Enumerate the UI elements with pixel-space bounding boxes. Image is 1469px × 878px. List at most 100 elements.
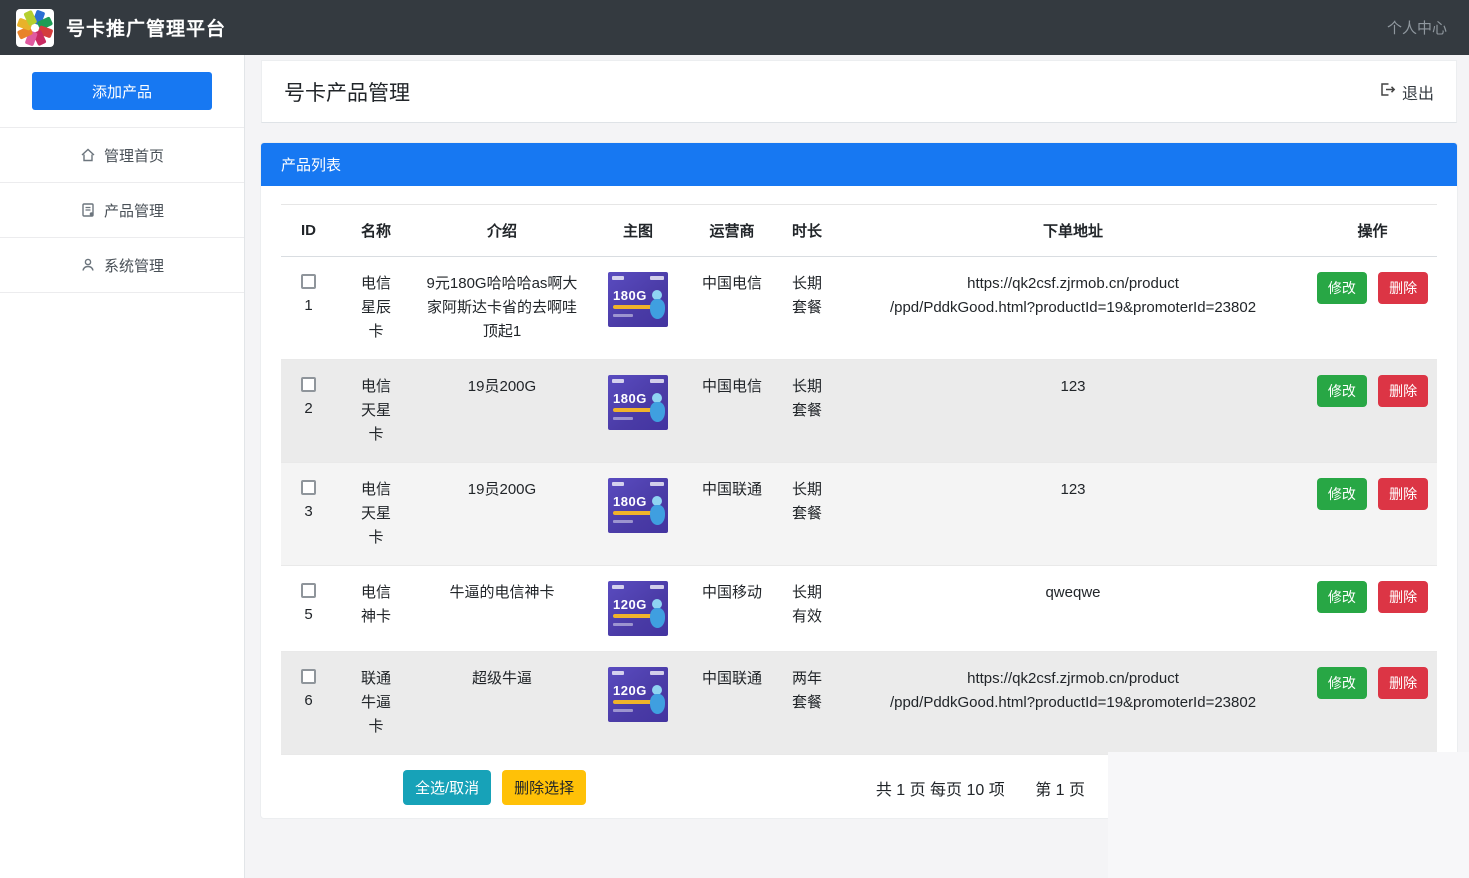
row-checkbox[interactable] xyxy=(301,480,316,495)
product-image: 120G xyxy=(608,667,668,722)
row-id: 1 xyxy=(289,295,328,317)
duration: 长期有效 xyxy=(790,581,824,629)
edit-button[interactable]: 修改 xyxy=(1317,272,1367,304)
product-intro: 牛逼的电信神卡 xyxy=(449,581,554,605)
product-name: 电信天星卡 xyxy=(359,478,393,550)
duration: 长期套餐 xyxy=(790,272,824,320)
delete-button[interactable]: 删除 xyxy=(1378,375,1428,407)
order-url: qweqwe xyxy=(838,566,1308,652)
order-url: 123 xyxy=(838,360,1308,463)
page-title: 号卡产品管理 xyxy=(284,77,410,107)
product-name: 电信天星卡 xyxy=(359,375,393,447)
product-image-label: 120G xyxy=(613,683,647,698)
row-id: 5 xyxy=(289,604,328,626)
home-icon xyxy=(80,147,96,163)
row-checkbox[interactable] xyxy=(301,274,316,289)
header-intro: 介绍 xyxy=(416,205,588,257)
page-header: 号卡产品管理 退出 xyxy=(261,60,1457,123)
row-id: 3 xyxy=(289,501,328,523)
product-image-label: 180G xyxy=(613,494,647,509)
select-all-button[interactable]: 全选/取消 xyxy=(403,770,491,805)
sidebar-item-products[interactable]: 产品管理 xyxy=(0,183,244,238)
product-intro: 9元180G哈哈哈as啊大家阿斯达卡省的去啊哇顶起1 xyxy=(424,272,580,344)
table-row: 2 电信天星卡 19员200G 180G 中国电信 长期套餐 123 修改 删除 xyxy=(281,360,1437,463)
add-product-button[interactable]: 添加产品 xyxy=(32,72,212,110)
product-name: 电信星辰卡 xyxy=(359,272,393,344)
document-icon xyxy=(80,202,96,218)
edit-button[interactable]: 修改 xyxy=(1317,375,1367,407)
sidebar-item-label: 管理首页 xyxy=(104,145,164,166)
order-url: 123 xyxy=(838,463,1308,566)
table-row: 1 电信星辰卡 9元180G哈哈哈as啊大家阿斯达卡省的去啊哇顶起1 180G … xyxy=(281,257,1437,360)
app-logo-icon xyxy=(16,9,54,47)
product-image: 180G xyxy=(608,272,668,327)
row-checkbox[interactable] xyxy=(301,583,316,598)
delete-button[interactable]: 删除 xyxy=(1378,667,1428,699)
operator: 中国联通 xyxy=(688,652,776,755)
overlay-panel xyxy=(1108,752,1469,878)
sidebar-item-home[interactable]: 管理首页 xyxy=(0,128,244,183)
delete-button[interactable]: 删除 xyxy=(1378,478,1428,510)
user-center-link[interactable]: 个人中心 xyxy=(1387,17,1447,38)
page-summary: 共 1 页 每页 10 项 xyxy=(876,782,1005,799)
order-url: https://qk2csf.zjrmob.cn/product /ppd/Pd… xyxy=(838,257,1308,360)
sidebar-item-system[interactable]: 系统管理 xyxy=(0,238,244,293)
row-checkbox[interactable] xyxy=(301,669,316,684)
mascot-illustration xyxy=(648,685,666,715)
panel-title: 产品列表 xyxy=(261,143,1457,186)
mascot-illustration xyxy=(648,496,666,526)
header-duration: 时长 xyxy=(776,205,838,257)
app-title: 号卡推广管理平台 xyxy=(66,14,226,41)
product-name: 电信神卡 xyxy=(359,581,393,629)
product-list-panel: 产品列表 ID 名称 介绍 主图 运营商 时长 下单地址 操作 xyxy=(261,143,1457,818)
sidebar: 添加产品 管理首页 产品管理 系统管理 xyxy=(0,55,245,878)
sidebar-item-label: 系统管理 xyxy=(104,255,164,276)
delete-selected-button[interactable]: 删除选择 xyxy=(502,770,586,805)
table-row: 6 联通牛逼卡 超级牛逼 120G 中国联通 两年套餐 https://qk2c… xyxy=(281,652,1437,755)
product-intro: 19员200G xyxy=(468,478,536,502)
table-row: 3 电信天星卡 19员200G 180G 中国联通 长期套餐 123 修改 删除 xyxy=(281,463,1437,566)
header-actions: 操作 xyxy=(1308,205,1437,257)
mascot-illustration xyxy=(648,599,666,629)
product-name: 联通牛逼卡 xyxy=(359,667,393,739)
product-image: 180G xyxy=(608,375,668,430)
product-image: 180G xyxy=(608,478,668,533)
operator: 中国联通 xyxy=(688,463,776,566)
table-row: 5 电信神卡 牛逼的电信神卡 120G 中国移动 长期有效 qweqwe 修改 … xyxy=(281,566,1437,652)
product-image-label: 180G xyxy=(613,391,647,406)
edit-button[interactable]: 修改 xyxy=(1317,478,1367,510)
duration: 长期套餐 xyxy=(790,375,824,423)
row-checkbox[interactable] xyxy=(301,377,316,392)
logout-button[interactable]: 退出 xyxy=(1379,80,1434,104)
operator: 中国移动 xyxy=(688,566,776,652)
duration: 长期套餐 xyxy=(790,478,824,526)
edit-button[interactable]: 修改 xyxy=(1317,581,1367,613)
sidebar-item-label: 产品管理 xyxy=(104,200,164,221)
order-url: https://qk2csf.zjrmob.cn/product /ppd/Pd… xyxy=(838,652,1308,755)
operator: 中国电信 xyxy=(688,257,776,360)
user-icon xyxy=(80,257,96,273)
table-header-row: ID 名称 介绍 主图 运营商 时长 下单地址 操作 xyxy=(281,205,1437,257)
row-id: 2 xyxy=(289,398,328,420)
header-operator: 运营商 xyxy=(688,205,776,257)
top-navbar: 号卡推广管理平台 个人中心 xyxy=(0,0,1469,55)
header-id: ID xyxy=(281,205,336,257)
product-intro: 19员200G xyxy=(468,375,536,399)
logout-icon xyxy=(1379,81,1396,103)
duration: 两年套餐 xyxy=(790,667,824,715)
mascot-illustration xyxy=(648,393,666,423)
delete-button[interactable]: 删除 xyxy=(1378,581,1428,613)
mascot-illustration xyxy=(648,290,666,320)
header-url: 下单地址 xyxy=(838,205,1308,257)
header-image: 主图 xyxy=(588,205,688,257)
pagination: 共 1 页 每页 10 项 第 1 页 xyxy=(876,776,1085,800)
operator: 中国电信 xyxy=(688,360,776,463)
product-intro: 超级牛逼 xyxy=(472,667,532,691)
product-image: 120G xyxy=(608,581,668,636)
product-image-label: 120G xyxy=(613,597,647,612)
header-name: 名称 xyxy=(336,205,416,257)
delete-button[interactable]: 删除 xyxy=(1378,272,1428,304)
row-id: 6 xyxy=(289,690,328,712)
product-table: ID 名称 介绍 主图 运营商 时长 下单地址 操作 1 电信星辰卡 9元180… xyxy=(281,204,1437,755)
edit-button[interactable]: 修改 xyxy=(1317,667,1367,699)
